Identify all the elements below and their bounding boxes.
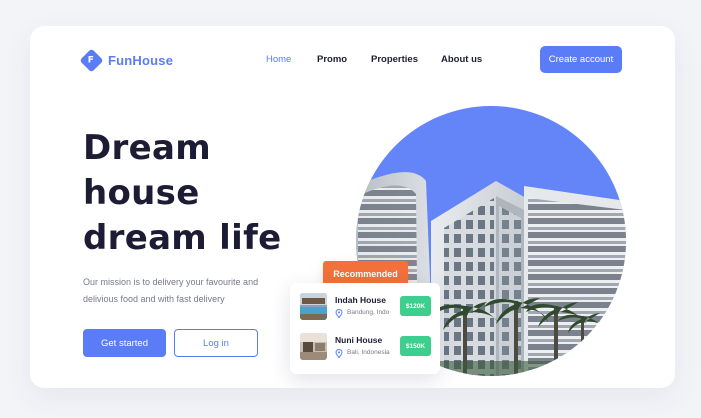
property-location: Bali, Indonesia [347, 349, 390, 356]
get-started-button[interactable]: Get started [83, 329, 166, 357]
hero-description: Our mission is to delivery your favourit… [83, 277, 259, 304]
log-in-button[interactable]: Log in [174, 329, 258, 357]
property-thumbnail [300, 333, 327, 360]
nav-properties[interactable]: Properties [371, 54, 418, 65]
price-badge: $120K [400, 296, 431, 316]
logo-mark-letter: F [88, 55, 95, 66]
nav-about-us[interactable]: About us [441, 54, 482, 65]
price-badge: $150K [400, 336, 431, 356]
recommended-panel: Indah House Bandung, Indo $120K Nuni Hou… [290, 283, 440, 374]
landing-card: F FunHouse Home Promo Properties About u… [30, 26, 675, 388]
property-name: Nuni House [335, 335, 383, 345]
location-pin-icon [335, 349, 343, 358]
nav-home[interactable]: Home [266, 54, 291, 65]
nav-promo[interactable]: Promo [317, 54, 347, 65]
list-item[interactable]: Nuni House Bali, Indonesia $150K [300, 333, 435, 363]
location-pin-icon [335, 309, 343, 318]
property-thumbnail [300, 293, 327, 320]
hero-title-line-3: dream life [83, 218, 282, 258]
property-name: Indah House [335, 295, 387, 305]
hero-title-line-2: house [83, 173, 200, 213]
hero-title: Dream house dream life [83, 126, 282, 261]
logo-diamond-icon: F [79, 48, 104, 73]
brand-name: FunHouse [108, 53, 174, 68]
list-item[interactable]: Indah House Bandung, Indo $120K [300, 293, 435, 323]
brand-logo[interactable]: F FunHouse [79, 48, 174, 73]
create-account-button[interactable]: Create account [540, 46, 622, 73]
hero-title-line-1: Dream [83, 128, 211, 168]
property-location: Bandung, Indo [347, 309, 390, 316]
